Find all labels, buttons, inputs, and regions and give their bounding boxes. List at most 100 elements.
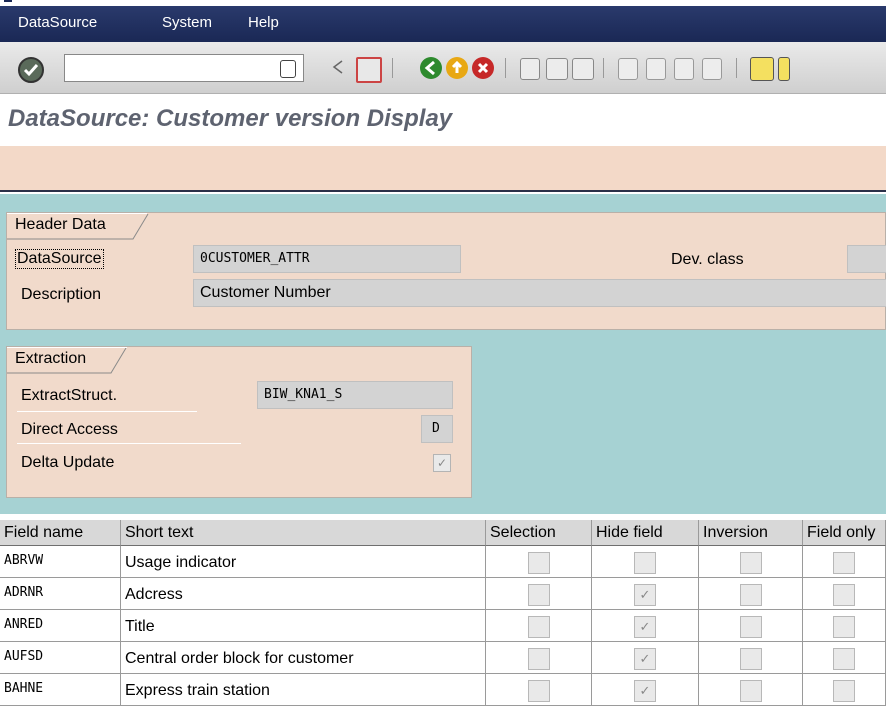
cell-field-only	[803, 642, 886, 674]
extractstruct-field[interactable]: BIW_KNA1_S	[257, 381, 453, 409]
save-icon[interactable]	[356, 57, 382, 83]
previous-page-icon[interactable]	[646, 58, 666, 80]
cell-field-name: ADRNR	[0, 578, 121, 610]
menu-datasource[interactable]: DataSource	[18, 14, 97, 31]
selection-checkbox[interactable]	[527, 680, 550, 702]
find-icon[interactable]	[546, 58, 568, 80]
hide-checkbox[interactable]	[634, 552, 656, 574]
cell-hide-field: ✓	[592, 578, 699, 610]
selection-checkbox[interactable]	[527, 648, 550, 670]
column-header-hide-field[interactable]: Hide field	[592, 520, 699, 546]
first-page-icon[interactable]	[618, 58, 638, 80]
application-toolbar	[0, 146, 886, 192]
cell-field-name: BAHNE	[0, 674, 121, 706]
selection-checkbox[interactable]	[527, 616, 550, 638]
column-header-field-only[interactable]: Field only	[803, 520, 886, 546]
hide-checkbox[interactable]: ✓	[634, 648, 656, 670]
label-underline	[17, 411, 197, 412]
print-icon[interactable]	[520, 58, 540, 80]
field-only-checkbox[interactable]	[833, 552, 855, 574]
cell-selection	[486, 578, 592, 610]
inversion-checkbox[interactable]	[739, 616, 762, 638]
cancel-icon[interactable]	[472, 57, 494, 79]
header-data-panel: Header Data DataSource 0CUSTOMER_ATTR De…	[6, 212, 886, 330]
page-title: DataSource: Customer version Display	[8, 105, 453, 132]
column-header-short-text[interactable]: Short text	[121, 520, 486, 546]
cell-inversion	[699, 578, 803, 610]
column-header-selection[interactable]: Selection	[486, 520, 592, 546]
extraction-tab: Extraction	[7, 347, 127, 374]
delta-update-label: Delta Update	[21, 454, 115, 471]
back-icon[interactable]	[420, 57, 442, 79]
cell-short-text: Express train station	[121, 674, 486, 706]
cell-inversion	[699, 610, 803, 642]
new-session-icon[interactable]	[750, 57, 774, 81]
cell-field-name: ABRVW	[0, 546, 121, 578]
cell-field-only	[803, 674, 886, 706]
cell-short-text: Usage indicator	[121, 546, 486, 578]
selection-checkbox[interactable]	[527, 552, 550, 574]
toolbar	[0, 42, 886, 94]
cell-inversion	[699, 642, 803, 674]
menu-system[interactable]: System	[162, 14, 212, 31]
enter-check-icon[interactable]	[18, 57, 44, 83]
cell-short-text: Adcress	[121, 578, 486, 610]
delta-update-checkbox[interactable]: ✓	[433, 454, 451, 472]
command-field[interactable]	[64, 54, 304, 82]
direct-access-field[interactable]: D	[421, 415, 453, 443]
datasource-label[interactable]: DataSource	[15, 249, 104, 269]
find-next-icon[interactable]	[572, 58, 594, 80]
shortcut-icon[interactable]	[778, 57, 790, 81]
toolbar-separator	[505, 58, 506, 78]
cell-short-text: Title	[121, 610, 486, 642]
hide-checkbox[interactable]: ✓	[634, 584, 656, 606]
cell-hide-field: ✓	[592, 642, 699, 674]
field-only-checkbox[interactable]	[833, 680, 855, 702]
description-field[interactable]: Customer Number	[193, 279, 886, 307]
extraction-panel: Extraction ExtractStruct. BIW_KNA1_S Dir…	[6, 346, 472, 498]
cell-field-only	[803, 578, 886, 610]
menu-bar: DataSource System Help	[0, 6, 886, 42]
toolbar-separator	[603, 58, 604, 78]
command-history-icon[interactable]	[280, 60, 296, 78]
menu-help[interactable]: Help	[248, 14, 279, 31]
last-page-icon[interactable]	[702, 58, 722, 80]
inversion-checkbox[interactable]	[739, 552, 762, 574]
cell-selection	[486, 610, 592, 642]
description-label: Description	[21, 286, 102, 303]
toolbar-separator	[392, 58, 393, 78]
cell-short-text: Central order block for customer	[121, 642, 486, 674]
extraction-tab-label: Extraction	[15, 350, 87, 367]
field-only-checkbox[interactable]	[833, 584, 855, 606]
cell-field-name: ANRED	[0, 610, 121, 642]
header-data-tab: Header Data	[7, 213, 149, 240]
inversion-checkbox[interactable]	[739, 680, 762, 702]
cell-inversion	[699, 546, 803, 578]
cell-hide-field: ✓	[592, 610, 699, 642]
label-underline	[17, 443, 241, 444]
selection-checkbox[interactable]	[527, 584, 550, 606]
cell-field-only	[803, 546, 886, 578]
toolbar-separator	[736, 58, 737, 78]
datasource-field[interactable]: 0CUSTOMER_ATTR	[193, 245, 461, 273]
back-arrow-icon[interactable]	[332, 60, 344, 74]
devclass-label: Dev. class	[671, 251, 744, 268]
column-header-field-name[interactable]: Field name	[0, 520, 121, 546]
hide-checkbox[interactable]: ✓	[634, 616, 656, 638]
inversion-checkbox[interactable]	[739, 648, 762, 670]
field-only-checkbox[interactable]	[833, 616, 855, 638]
next-page-icon[interactable]	[674, 58, 694, 80]
field-only-checkbox[interactable]	[833, 648, 855, 670]
header-data-tab-label: Header Data	[15, 216, 106, 233]
exit-icon[interactable]	[446, 57, 468, 79]
cell-selection	[486, 674, 592, 706]
devclass-field[interactable]	[847, 245, 886, 273]
title-area: DataSource: Customer version Display	[0, 94, 886, 146]
cell-inversion	[699, 674, 803, 706]
cell-selection	[486, 642, 592, 674]
column-header-inversion[interactable]: Inversion	[699, 520, 803, 546]
cell-field-only	[803, 610, 886, 642]
hide-checkbox[interactable]: ✓	[634, 680, 656, 702]
inversion-checkbox[interactable]	[739, 584, 762, 606]
fields-table: Field name Short text Selection Hide fie…	[0, 520, 886, 711]
